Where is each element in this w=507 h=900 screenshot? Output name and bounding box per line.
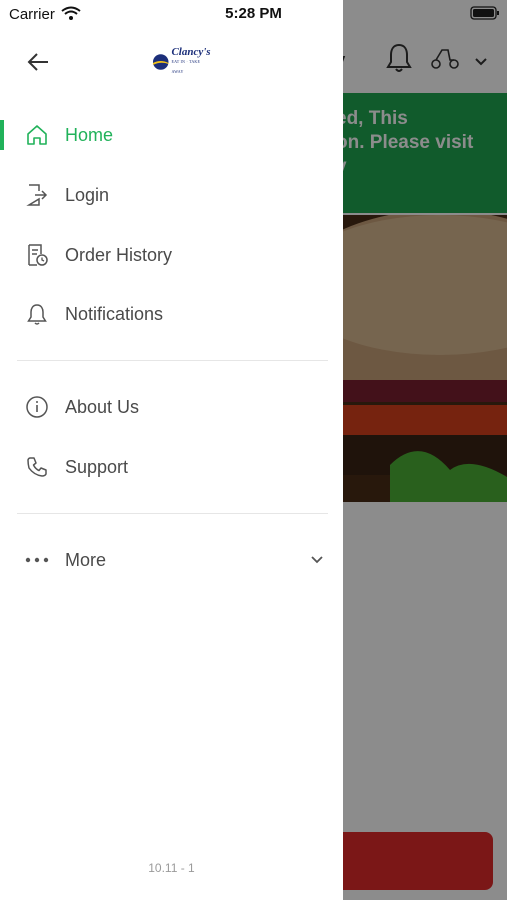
status-bar: Carrier 5:28 PM	[0, 0, 507, 28]
nav-label-order-history: Order History	[65, 244, 173, 265]
bell-icon	[24, 301, 50, 327]
nav-item-home[interactable]: Home	[0, 110, 343, 160]
nav-item-more[interactable]: More	[0, 535, 343, 585]
nav-item-login[interactable]: Login	[0, 170, 343, 220]
back-button[interactable]	[22, 50, 54, 78]
divider	[17, 513, 328, 514]
nav-label-support: Support	[65, 456, 129, 477]
nav-label-about-us: About Us	[65, 396, 140, 417]
nav-label-more: More	[65, 549, 107, 570]
logo-emblem-icon	[152, 54, 169, 70]
arrow-left-icon	[26, 52, 50, 77]
logo-text: Clancy's EAT IN · TAKE AWAY	[171, 47, 212, 77]
active-indicator	[0, 120, 4, 150]
app-version: 10.11 - 1	[148, 861, 195, 875]
logo-subtitle: EAT IN · TAKE AWAY	[171, 59, 201, 74]
nav-item-notifications[interactable]: Notifications	[0, 289, 343, 339]
more-dots-icon	[24, 547, 50, 573]
phone-icon	[24, 454, 50, 480]
side-drawer: Clancy's EAT IN · TAKE AWAY Home Login O…	[0, 0, 343, 900]
login-icon	[24, 182, 50, 208]
nav-item-about-us[interactable]: About Us	[0, 382, 343, 432]
home-icon	[24, 122, 50, 148]
order-history-icon	[24, 242, 50, 268]
nav-label-login: Login	[65, 184, 110, 205]
nav-label-home: Home	[65, 124, 114, 145]
nav-item-order-history[interactable]: Order History	[0, 230, 343, 280]
drawer-header: Clancy's EAT IN · TAKE AWAY	[0, 28, 343, 98]
nav-label-notifications: Notifications	[65, 303, 164, 324]
battery-icon	[470, 6, 500, 25]
status-time: 5:28 PM	[225, 5, 282, 22]
info-icon	[24, 394, 50, 420]
brand-logo: Clancy's EAT IN · TAKE AWAY	[152, 47, 212, 77]
divider	[17, 360, 328, 361]
nav-item-support[interactable]: Support	[0, 442, 343, 492]
chevron-down-icon[interactable]	[310, 552, 324, 570]
